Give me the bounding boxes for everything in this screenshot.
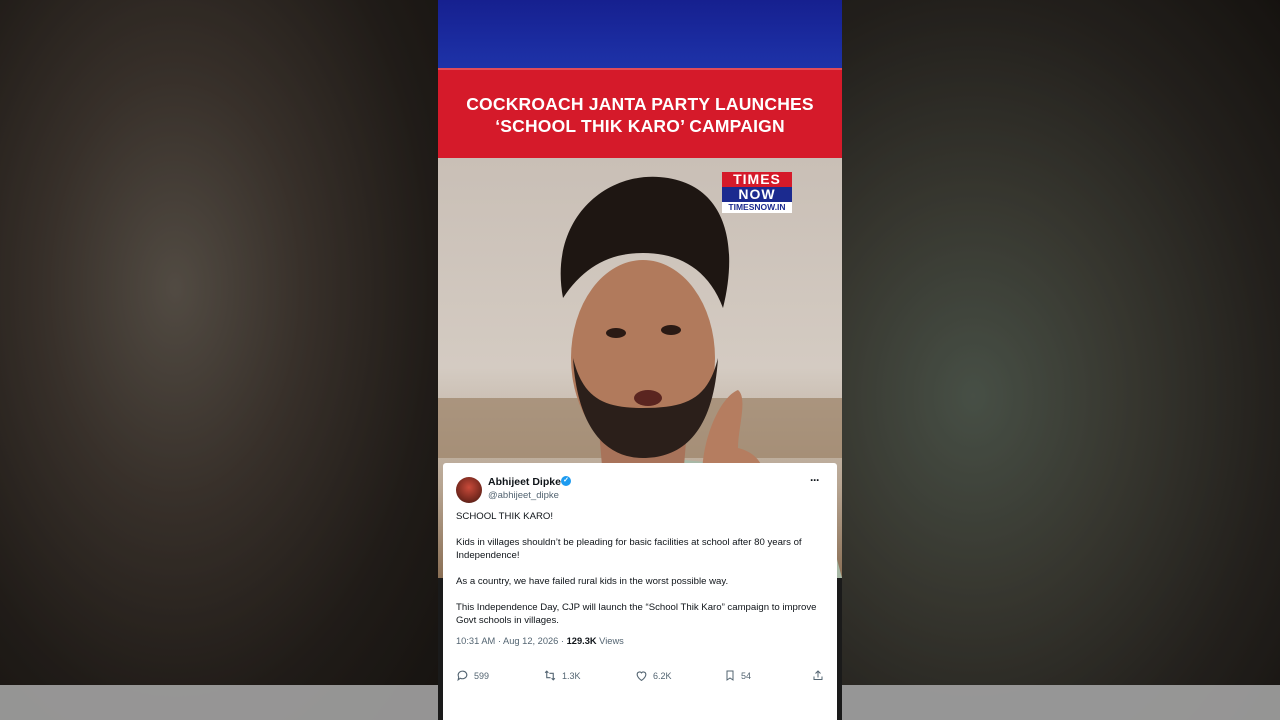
- retweet-icon: [544, 670, 556, 681]
- reply-count: 599: [474, 670, 490, 681]
- logo-times-text: TIMES: [722, 172, 792, 187]
- like-button[interactable]: 6.2K: [635, 669, 672, 682]
- headline-line-1: COCKROACH JANTA PARTY LAUNCHES: [466, 94, 814, 114]
- bookmark-icon: [726, 670, 734, 681]
- tweet-paragraph-1: SCHOOL THIK KARO!: [456, 511, 554, 522]
- like-count: 6.2K: [653, 670, 672, 681]
- avatar[interactable]: [456, 477, 482, 503]
- retweet-count: 1.3K: [562, 670, 581, 681]
- share-button[interactable]: [812, 669, 824, 682]
- more-options-icon[interactable]: ···: [810, 473, 820, 487]
- tweet-timestamp: 10:31 AM · Aug 12, 2026 ·: [456, 636, 567, 646]
- reply-icon: [457, 670, 468, 682]
- reply-button[interactable]: 599: [456, 669, 489, 682]
- heart-icon: [636, 671, 647, 682]
- verified-badge-icon: ✓: [561, 476, 571, 486]
- headline-line-2: ‘SCHOOL THIK KARO’ CAMPAIGN: [495, 116, 785, 136]
- author-handle[interactable]: @abhijeet_dipke: [488, 490, 559, 501]
- bookmark-count: 54: [741, 670, 752, 681]
- share-icon: [813, 670, 823, 680]
- times-now-logo: TIMES NOW TIMESNOW.IN: [722, 172, 792, 214]
- views-label: Views: [596, 636, 624, 646]
- video-frame[interactable]: COCKROACH JANTA PARTY LAUNCHES ‘SCHOOL T…: [438, 0, 842, 720]
- tweet-meta: 10:31 AM · Aug 12, 2026 · 129.3K Views: [456, 636, 624, 646]
- headline-banner: COCKROACH JANTA PARTY LAUNCHES ‘SCHOOL T…: [438, 68, 842, 160]
- logo-now-text: NOW: [722, 187, 792, 202]
- author-name[interactable]: Abhijeet Dipke: [488, 476, 561, 488]
- tweet-paragraph-3: As a country, we have failed rural kids …: [456, 576, 729, 587]
- top-color-band: [438, 0, 842, 68]
- logo-url-text: TIMESNOW.IN: [722, 202, 792, 213]
- tweet-paragraph-2: Kids in villages shouldn’t be pleading f…: [456, 537, 802, 561]
- bookmark-button[interactable]: 54: [724, 669, 751, 682]
- tweet-paragraph-4: This Independence Day, CJP will launch t…: [456, 602, 817, 626]
- retweet-button[interactable]: 1.3K: [543, 669, 581, 682]
- views-count: 129.3K: [566, 636, 597, 646]
- tweet-card: Abhijeet Dipke ✓ @abhijeet_dipke ··· SCH…: [443, 463, 837, 720]
- tweet-actions: 599 1.3K 6.2K 54: [456, 669, 828, 685]
